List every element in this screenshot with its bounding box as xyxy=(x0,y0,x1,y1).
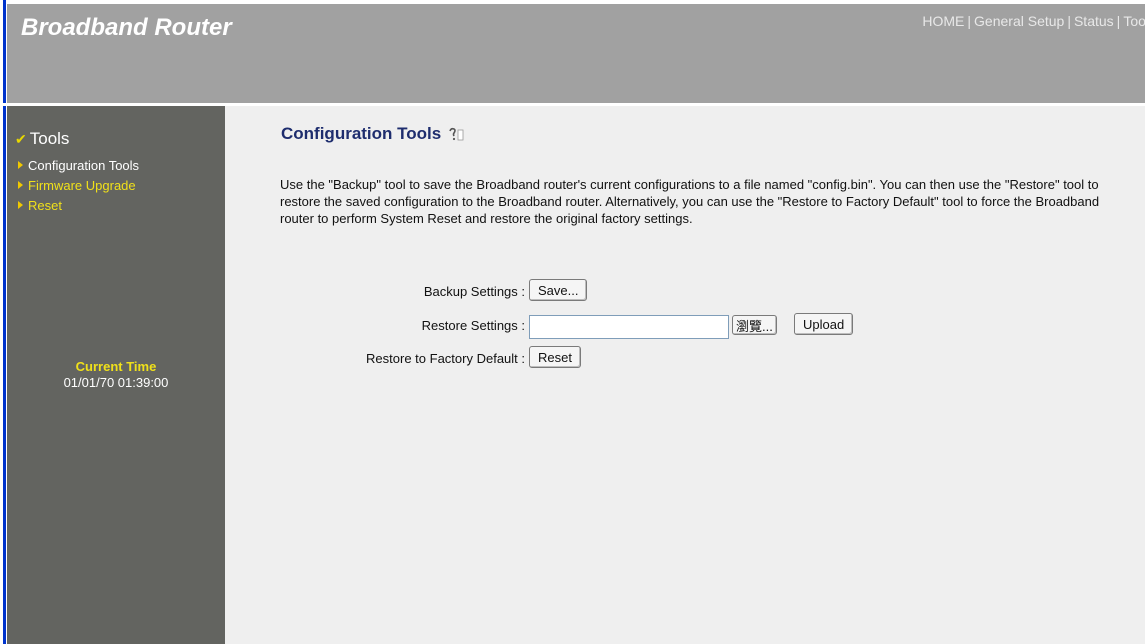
restore-row: Restore Settings : 瀏覽... Upload xyxy=(225,313,1145,339)
nav-tool-link[interactable]: Tool xyxy=(1123,13,1145,29)
sidebar-item-label: Reset xyxy=(28,197,62,213)
backup-settings-label: Backup Settings : xyxy=(423,284,525,299)
help-icon[interactable] xyxy=(447,126,465,142)
arrow-right-icon xyxy=(18,161,23,169)
nav-home-link[interactable]: HOME xyxy=(922,13,964,29)
upload-button[interactable]: Upload xyxy=(794,313,854,335)
sidebar-item-reset[interactable]: Reset xyxy=(18,195,139,215)
nav-general-setup-link[interactable]: General Setup xyxy=(974,13,1064,29)
top-nav: HOME|General Setup|Status|Tool xyxy=(922,13,1145,29)
sidebar-item-configuration-tools[interactable]: Configuration Tools xyxy=(18,155,139,175)
reset-button[interactable]: Reset xyxy=(529,346,581,368)
page-description: Use the "Backup" tool to save the Broadb… xyxy=(280,177,1100,226)
page-title: Configuration Tools xyxy=(281,124,465,144)
page-title-label: Configuration Tools xyxy=(281,124,442,143)
header: Broadband Router HOME | General Setup | Stat… xyxy=(7,0,1145,103)
sidebar-title-label: Tools xyxy=(29,129,70,148)
factory-default-row: Restore to Factory Default : Reset xyxy=(225,346,1145,372)
sidebar-item-firmware-upgrade[interactable]: Firmware Upgrade xyxy=(18,175,139,195)
sidebar-item-label: Firmware Upgrade xyxy=(28,177,136,193)
browse-button[interactable]: 瀏覽... xyxy=(732,315,777,335)
main-content: Configuration Tools Use the "Backup" too… xyxy=(225,106,1145,644)
brand-title: Broadband Router xyxy=(21,14,232,41)
restore-file-input[interactable] xyxy=(529,315,729,339)
arrow-right-icon xyxy=(18,201,23,209)
sidebar: ✔ Tools Configuration Tools Firmware Upg… xyxy=(7,106,225,644)
restore-factory-default-label: Restore to Factory Default : xyxy=(366,351,525,366)
sidebar-title: ✔ Tools xyxy=(15,129,69,149)
restore-settings-label: Restore Settings : xyxy=(421,318,525,333)
backup-row: Backup Settings : Save... xyxy=(225,279,1145,305)
arrow-right-icon xyxy=(18,181,23,189)
sidebar-menu: Configuration Tools Firmware Upgrade Res… xyxy=(18,155,139,215)
current-time-block: Current Time 01/01/70 01:39:00 xyxy=(7,359,225,390)
left-frame-border xyxy=(0,0,7,644)
save-button[interactable]: Save... xyxy=(529,279,588,301)
sidebar-item-label: Configuration Tools xyxy=(28,157,140,173)
current-time-label: Current Time xyxy=(75,359,157,374)
nav-status-link[interactable]: Status xyxy=(1074,13,1114,29)
checkmark-icon: ✔ xyxy=(15,130,27,147)
current-time-value: 01/01/70 01:39:00 xyxy=(63,375,169,390)
